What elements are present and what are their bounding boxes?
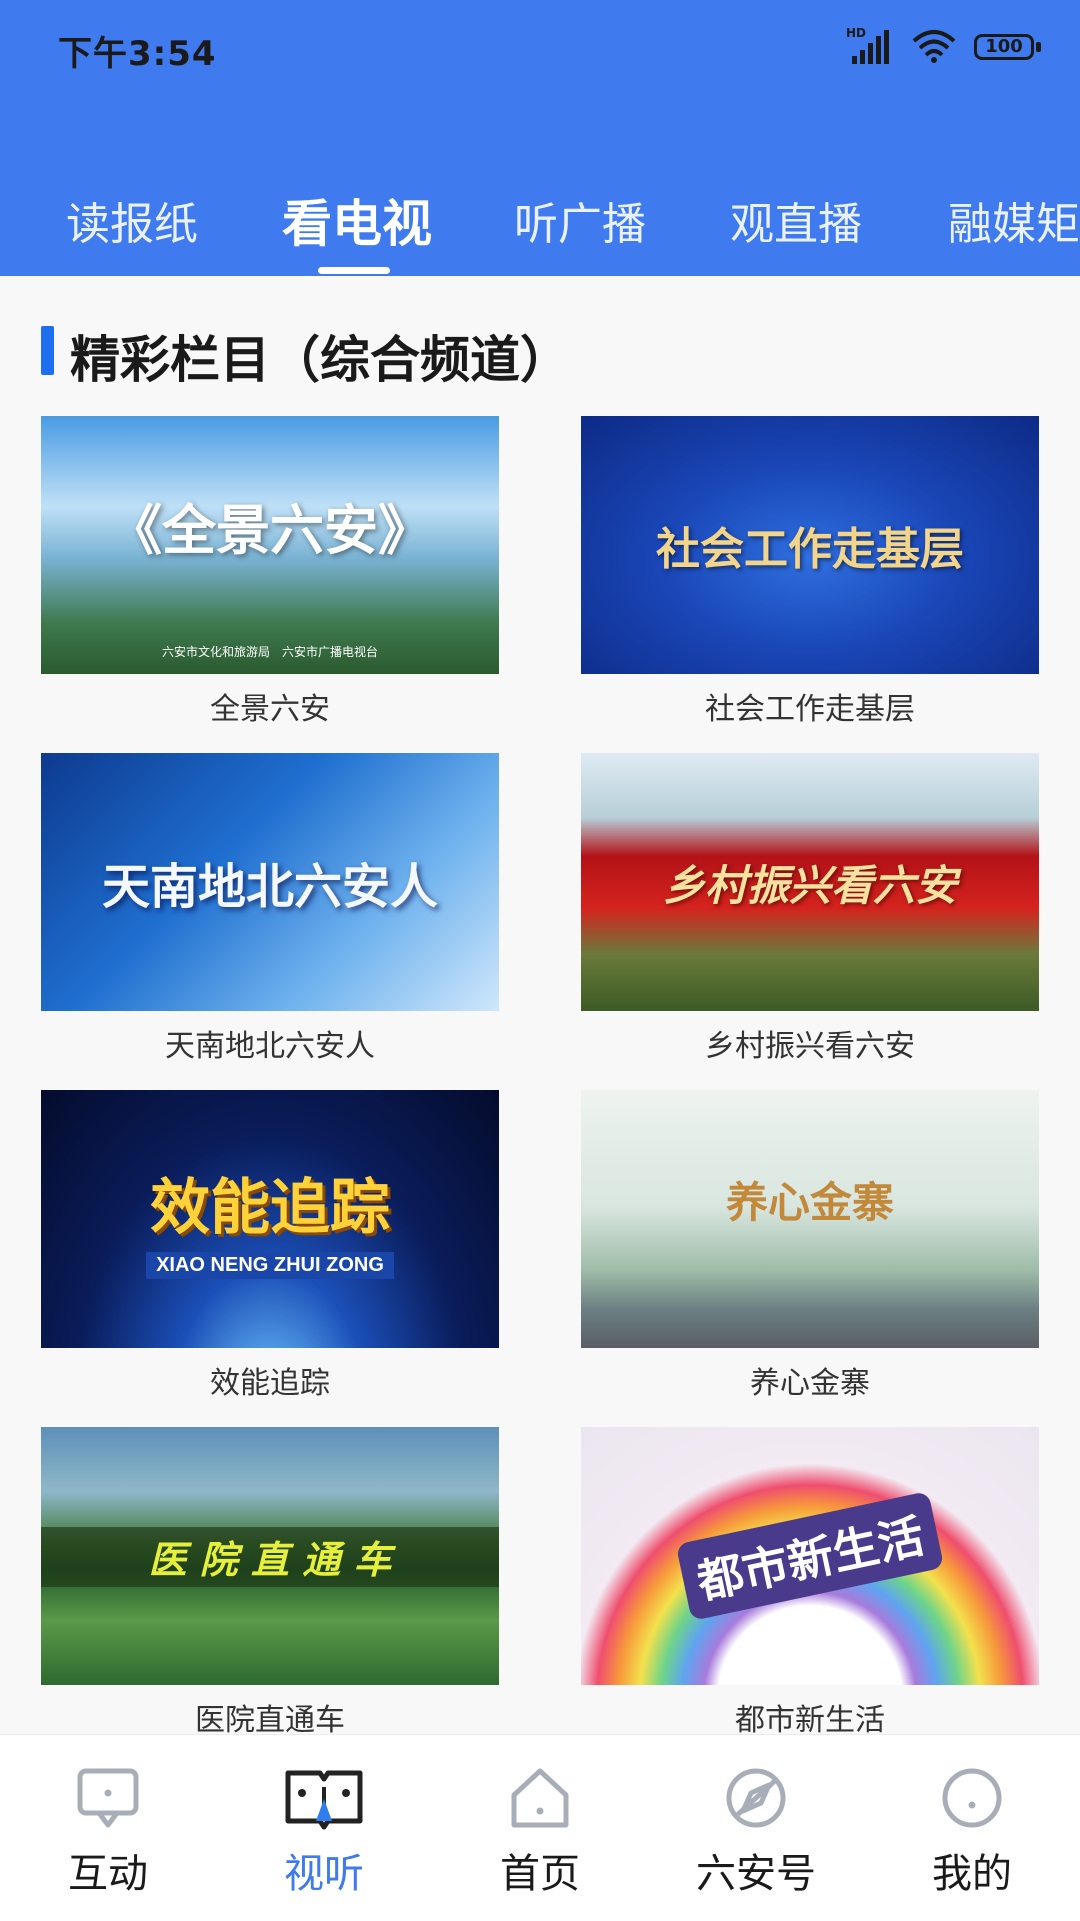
nav-label: 六安号 — [696, 1851, 816, 1897]
status-icons: HD 100 — [846, 26, 1044, 68]
program-thumbnail[interactable]: 医 院 直 通 车 — [41, 1427, 499, 1685]
status-bar: 下午3:54 HD 100 — [0, 0, 1080, 96]
chat-bubble-icon — [77, 1768, 139, 1828]
program-title: 效能追踪 — [210, 1366, 330, 1401]
program-thumbnail[interactable]: 效能追踪 XIAO NENG ZHUI ZONG — [41, 1090, 499, 1348]
network-type: HD — [846, 26, 867, 40]
tab-newspaper[interactable]: 读报纸 — [66, 188, 198, 252]
thumbnail-title: 乡村振兴看六安 — [662, 860, 957, 910]
battery-icon: 100 — [974, 32, 1044, 64]
nav-me[interactable]: 我的 — [892, 1765, 1052, 1905]
featured-programs-section: 精彩栏目（综合频道） 《全景六安》 六安市文化和旅游局 六安市广播电视台 全景六… — [0, 276, 1080, 1734]
thumbnail-title: 天南地北六安人 — [101, 859, 438, 915]
nav-interact[interactable]: 互动 — [28, 1765, 188, 1905]
program-card[interactable]: 乡村振兴看六安 乡村振兴看六安 — [581, 753, 1039, 1073]
channel-tabs: 读报纸 看电视 听广播 观直播 融媒矩 — [0, 176, 1080, 266]
tab-tv[interactable]: 看电视 — [282, 184, 432, 256]
program-title: 乡村振兴看六安 — [705, 1029, 915, 1064]
nav-liuan-account[interactable]: 六安号 — [676, 1765, 836, 1905]
nav-label: 互动 — [68, 1851, 148, 1897]
thumbnail-footer: 六安市文化和旅游局 六安市广播电视台 — [161, 645, 378, 659]
status-time: 下午3:54 — [58, 34, 217, 74]
program-title: 养心金寨 — [750, 1366, 870, 1401]
signal-icon: HD — [846, 26, 894, 66]
wifi-icon — [912, 29, 956, 67]
program-thumbnail[interactable]: 天南地北六安人 — [41, 753, 499, 1011]
program-card[interactable]: 养心金寨 养心金寨 — [581, 1090, 1039, 1410]
program-title: 都市新生活 — [735, 1703, 885, 1734]
thumbnail-title: 医 院 直 通 车 — [148, 1536, 392, 1582]
program-card[interactable]: 《全景六安》 六安市文化和旅游局 六安市广播电视台 全景六安 — [41, 416, 499, 736]
nav-audio-video[interactable]: 视听 — [244, 1765, 404, 1905]
program-thumbnail[interactable]: 都市新生活 — [581, 1427, 1039, 1685]
program-card[interactable]: 医 院 直 通 车 医院直通车 — [41, 1427, 499, 1734]
thumbnail-title: 养心金寨 — [725, 1177, 894, 1227]
program-title: 天南地北六安人 — [165, 1029, 375, 1064]
program-title: 医院直通车 — [195, 1703, 345, 1734]
thumbnail-title: 社会工作走基层 — [656, 524, 964, 575]
program-thumbnail[interactable]: 养心金寨 — [581, 1090, 1039, 1348]
tab-radio[interactable]: 听广播 — [514, 188, 646, 252]
program-card[interactable]: 天南地北六安人 天南地北六安人 — [41, 753, 499, 1073]
tab-media-matrix[interactable]: 融媒矩 — [948, 188, 1080, 252]
app-header: 下午3:54 HD 100 读报纸 看电视 听广播 观直播 融媒矩 — [0, 0, 1080, 276]
section-accent-bar — [41, 326, 54, 375]
thumbnail-title: 《全景六安》 — [108, 497, 432, 562]
home-icon — [511, 1768, 569, 1828]
nav-home[interactable]: 首页 — [460, 1765, 620, 1905]
program-title: 全景六安 — [210, 692, 330, 727]
nav-label: 我的 — [932, 1851, 1012, 1897]
tab-live[interactable]: 观直播 — [730, 188, 862, 252]
compass-icon — [726, 1768, 786, 1828]
program-thumbnail[interactable]: 社会工作走基层 — [581, 416, 1039, 674]
thumbnail-subtitle: XIAO NENG ZHUI ZONG — [146, 1252, 394, 1279]
nav-label: 首页 — [500, 1851, 580, 1897]
thumbnail-title: 效能追踪 — [150, 1173, 390, 1243]
battery-level: 100 — [985, 36, 1023, 57]
program-thumbnail[interactable]: 乡村振兴看六安 — [581, 753, 1039, 1011]
open-book-icon — [285, 1770, 363, 1830]
section-title: 精彩栏目（综合频道） — [70, 331, 570, 389]
program-card[interactable]: 社会工作走基层 社会工作走基层 — [581, 416, 1039, 736]
program-title: 社会工作走基层 — [705, 692, 915, 727]
program-thumbnail[interactable]: 《全景六安》 六安市文化和旅游局 六安市广播电视台 — [41, 416, 499, 674]
profile-icon — [942, 1768, 1002, 1828]
nav-label: 视听 — [284, 1851, 364, 1897]
bottom-navigation: 互动 视听 首页 六安号 我的 — [0, 1734, 1080, 1921]
program-card[interactable]: 效能追踪 XIAO NENG ZHUI ZONG 效能追踪 — [41, 1090, 499, 1410]
thumbnail-title: 都市新生活 — [675, 1491, 945, 1621]
program-card[interactable]: 都市新生活 都市新生活 — [581, 1427, 1039, 1734]
active-tab-indicator — [318, 267, 390, 274]
